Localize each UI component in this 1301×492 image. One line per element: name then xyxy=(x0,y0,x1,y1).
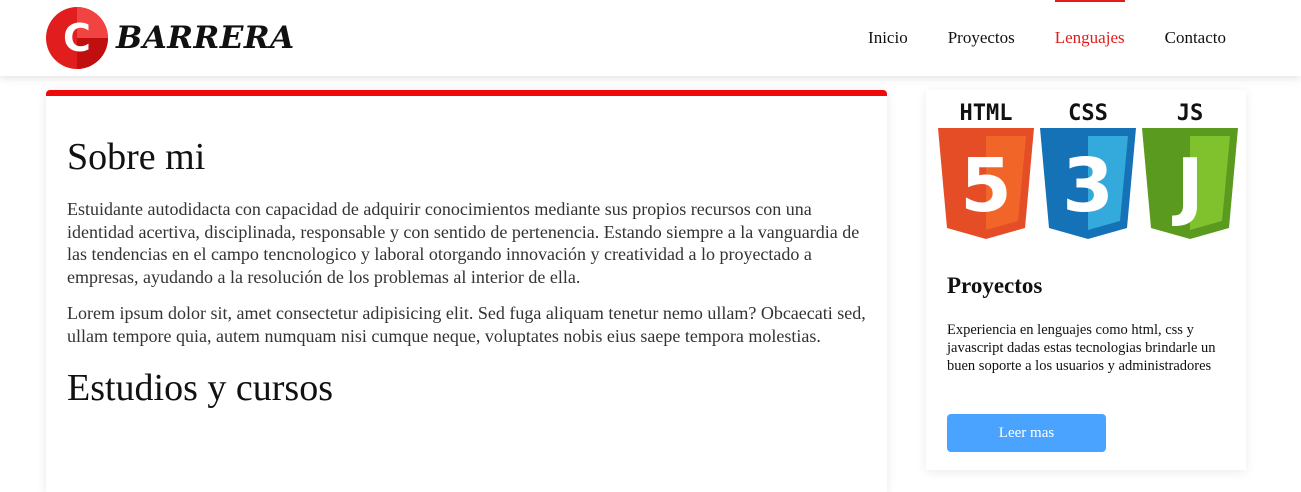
html5-digit: 5 xyxy=(960,143,1012,229)
js-icon: JS J xyxy=(1142,101,1238,239)
main-nav: Inicio Proyectos Lenguajes Contacto xyxy=(828,0,1226,76)
tech-badges-image: HTML 5 CSS 3 JS J xyxy=(938,101,1238,239)
brand-logo-icon: C xyxy=(46,7,108,69)
about-paragraph-1: Estuidante autodidacta con capacidad de … xyxy=(67,199,860,287)
brand-name: BARRERA xyxy=(116,20,295,56)
brand-logo[interactable]: C BARRERA xyxy=(46,6,295,70)
nav-item-inicio[interactable]: Inicio xyxy=(868,0,908,76)
about-card: Sobre mi Estuidante autodidacta con capa… xyxy=(46,90,887,492)
brand-logo-letter: C xyxy=(63,16,91,60)
js-label: JS xyxy=(1177,101,1204,126)
read-more-button[interactable]: Leer mas xyxy=(947,414,1106,452)
projects-card: HTML 5 CSS 3 JS J Proyectos Experiencia … xyxy=(926,90,1246,470)
html5-label: HTML xyxy=(960,101,1013,126)
about-title: Sobre mi xyxy=(67,136,206,178)
studies-title: Estudios y cursos xyxy=(67,367,333,409)
projects-description: Experiencia en lenguajes como html, css … xyxy=(947,322,1216,374)
css3-icon: CSS 3 xyxy=(1040,101,1136,239)
js-digit: J xyxy=(1171,143,1204,229)
projects-title: Proyectos xyxy=(947,273,1043,298)
css3-digit: 3 xyxy=(1062,143,1114,229)
css3-label: CSS xyxy=(1068,101,1108,126)
about-paragraph-2: Lorem ipsum dolor sit, amet consectetur … xyxy=(67,303,866,346)
html5-icon: HTML 5 xyxy=(938,101,1034,239)
nav-item-contacto[interactable]: Contacto xyxy=(1165,0,1226,76)
site-header: C BARRERA Inicio Proyectos Lenguajes Con… xyxy=(0,0,1301,76)
nav-item-lenguajes[interactable]: Lenguajes xyxy=(1054,0,1125,76)
nav-item-proyectos[interactable]: Proyectos xyxy=(948,0,1015,76)
